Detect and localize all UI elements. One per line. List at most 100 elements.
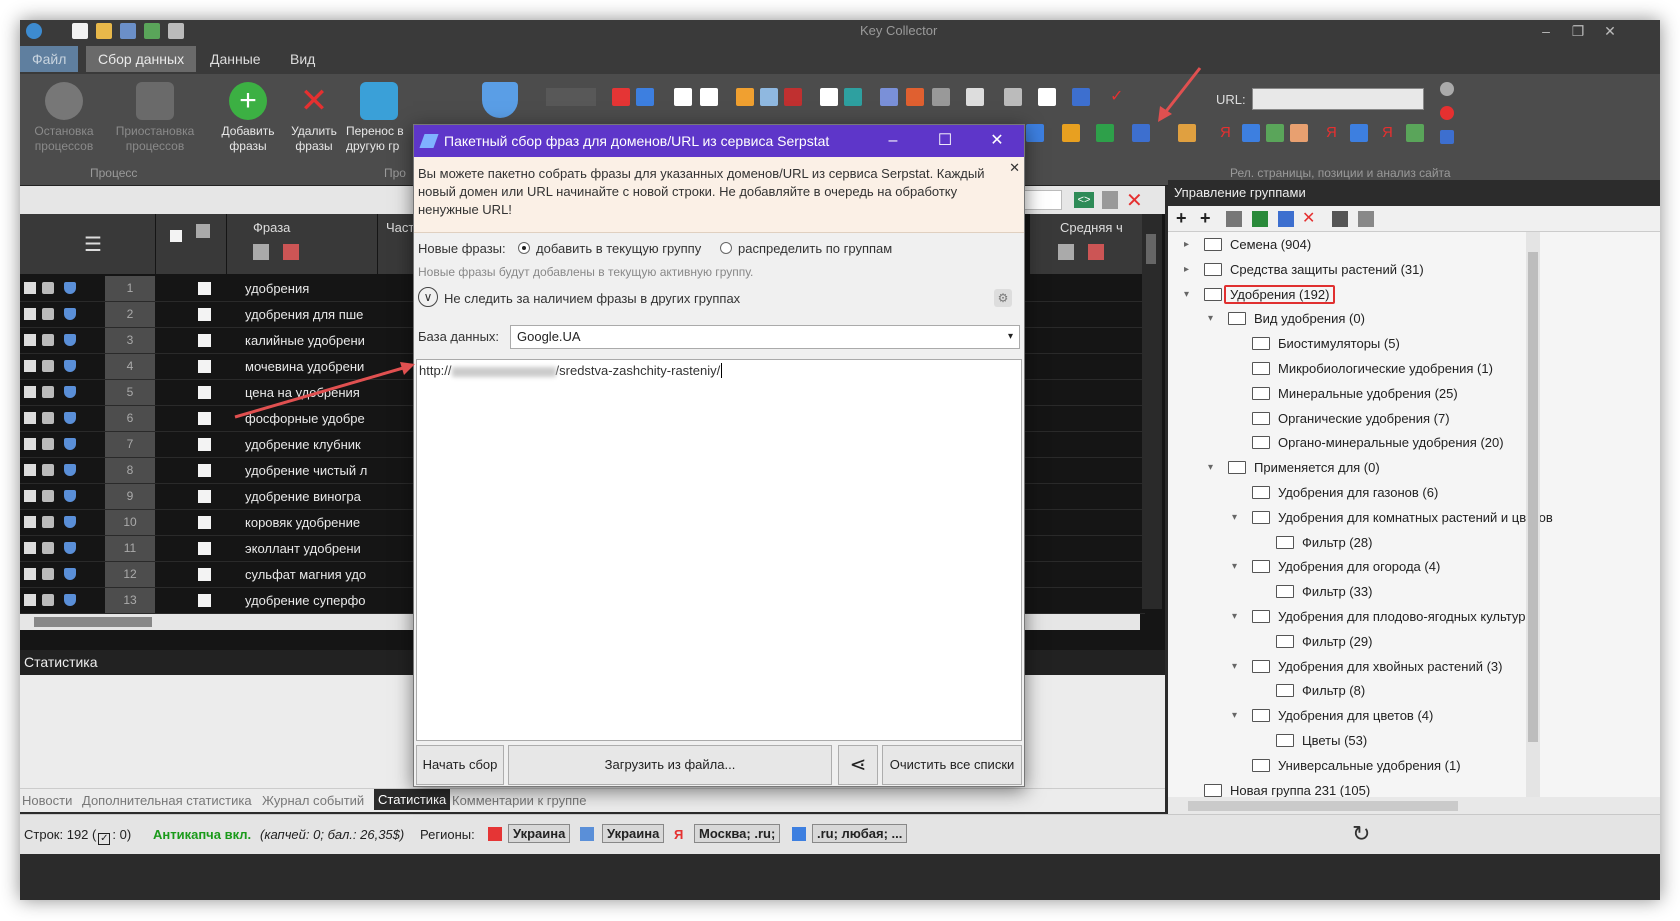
region-google[interactable]: .ru; любая; ... (812, 824, 908, 843)
filter-input[interactable] (1020, 190, 1062, 210)
avg-filter-icon[interactable] (1058, 244, 1074, 260)
expand-icon[interactable] (24, 568, 36, 580)
group-tree-item[interactable]: Удобрения для газонов (6) (1252, 482, 1438, 504)
tab-file[interactable]: Файл (20, 46, 78, 72)
trend-icon[interactable] (906, 88, 924, 106)
tab-event-log[interactable]: Журнал событий (262, 793, 364, 808)
serpstat-icon[interactable] (1132, 124, 1150, 142)
yandex-red-icon[interactable]: Я (1382, 124, 1400, 142)
lock-icon[interactable] (42, 438, 54, 450)
groups-hscroll[interactable] (1168, 797, 1660, 814)
dots-icon[interactable] (736, 88, 754, 106)
row-checkbox[interactable] (198, 308, 211, 321)
chart-icon[interactable] (612, 88, 630, 106)
expand-icon[interactable] (24, 464, 36, 476)
row-checkbox[interactable] (198, 282, 211, 295)
select-all-checkbox[interactable] (170, 230, 182, 242)
r-icon[interactable] (700, 88, 718, 106)
lock-icon[interactable] (42, 308, 54, 320)
shield-row-icon[interactable] (64, 568, 76, 580)
move-to-group-button[interactable]: Перенос в другую гр (346, 80, 412, 154)
record-icon[interactable] (1440, 106, 1454, 120)
code-nav-icon[interactable]: <> (1074, 192, 1094, 208)
group-tree-item[interactable]: Микробиологические удобрения (1) (1252, 358, 1493, 380)
expand-icon[interactable] (24, 490, 36, 502)
group-tree-item[interactable]: Удобрения для хвойных растений (3) (1252, 656, 1502, 678)
yandex-icon[interactable]: Я (1220, 124, 1238, 142)
expand-icon[interactable] (24, 542, 36, 554)
load-from-file-button[interactable]: Загрузить из файла... (508, 745, 832, 785)
region-yandex[interactable]: Москва; .ru; (694, 824, 781, 843)
group-tree-item[interactable]: Применяется для (0) (1228, 457, 1380, 479)
lock-icon[interactable] (42, 594, 54, 606)
check-icon[interactable]: ✓ (1110, 88, 1128, 106)
group-tree-item[interactable]: Удобрения для плодово-ягодных культур (1 (1252, 606, 1541, 628)
yandex-alt-icon[interactable]: Я (1326, 124, 1344, 142)
chart-blue-icon[interactable] (636, 88, 654, 106)
group-tree-item[interactable]: Органо-минеральные удобрения (20) (1252, 432, 1504, 454)
open-folder-icon[interactable] (96, 23, 112, 39)
url-list-textarea[interactable]: http:// /sredstva-zashchity-rasteniy/ (416, 359, 1022, 741)
expand-icon[interactable] (24, 594, 36, 606)
expand-icon[interactable] (24, 438, 36, 450)
clear-all-lists-button[interactable]: Очистить все списки (882, 745, 1022, 785)
group-tree-item[interactable]: Удобрения для комнатных растений и цвето… (1252, 507, 1553, 529)
m-icon[interactable] (784, 88, 802, 106)
row-checkbox[interactable] (198, 568, 211, 581)
shield-row-icon[interactable] (64, 516, 76, 528)
filter-icon[interactable] (1102, 191, 1118, 209)
delete-phrases-button[interactable]: ✕ Удалить фразы (278, 80, 350, 154)
shield-row-icon[interactable] (64, 360, 76, 372)
radio-distribute-dot[interactable] (720, 242, 732, 254)
group-tree-item[interactable]: Удобрения для огорода (4) (1252, 556, 1440, 578)
new-file-icon[interactable] (72, 23, 88, 39)
shield-row-icon[interactable] (64, 308, 76, 320)
tab-group-comments[interactable]: Комментарии к группе (452, 793, 586, 808)
group-tree-item[interactable]: Фильтр (29) (1276, 631, 1372, 653)
b-icon[interactable] (1072, 88, 1090, 106)
group-tree-item[interactable]: Удобрения для цветов (4) (1252, 705, 1433, 727)
save-icon[interactable] (120, 23, 136, 39)
collapse-icon[interactable]: ▾ (1232, 556, 1237, 578)
shield-row-icon[interactable] (64, 464, 76, 476)
group-fertilizers-selected[interactable]: Удобрения (192) (1204, 284, 1336, 306)
add-group-icon[interactable]: + (1176, 208, 1187, 229)
expand-icon[interactable] (24, 386, 36, 398)
group-tree-item[interactable]: Вид удобрения (0) (1228, 308, 1365, 330)
settings-icon[interactable] (168, 23, 184, 39)
globe-icon[interactable] (844, 88, 862, 106)
info-close-icon[interactable]: ✕ (1009, 159, 1020, 177)
add-phrases-button[interactable]: + Добавить фразы (212, 80, 284, 154)
tab-statistics[interactable]: Статистика (374, 789, 451, 810)
wave-icon[interactable] (1026, 124, 1044, 142)
grid-vscroll[interactable] (1142, 214, 1162, 609)
region-wordstat[interactable]: Украина (508, 824, 571, 843)
export-icon[interactable] (144, 23, 160, 39)
tab-data[interactable]: Данные (198, 46, 273, 72)
monitor-icon[interactable] (1004, 88, 1022, 106)
shield-row-icon[interactable] (64, 412, 76, 424)
tab-news[interactable]: Новости (22, 793, 72, 808)
sheet-alt-icon[interactable] (1406, 124, 1424, 142)
restore-button[interactable]: ❐ (1564, 20, 1592, 42)
dialog-minimize-button[interactable]: – (870, 125, 916, 157)
shield-row-icon[interactable] (64, 438, 76, 450)
rename-group-icon[interactable] (1332, 211, 1348, 227)
lock-icon[interactable] (42, 386, 54, 398)
group-tree-item[interactable]: Фильтр (33) (1276, 581, 1372, 603)
radio-add-current-dot[interactable] (518, 242, 530, 254)
eraser-icon[interactable] (1290, 124, 1308, 142)
chevron-down-icon[interactable]: ∨ (418, 287, 438, 307)
collapse-icon[interactable]: ▾ (1232, 705, 1237, 727)
group-tree-item[interactable]: Средства защиты растений (31) (1204, 259, 1424, 281)
sun-icon[interactable] (1062, 124, 1080, 142)
expand-icon[interactable] (24, 412, 36, 424)
expand-arrow-icon[interactable]: ▸ (1184, 259, 1189, 281)
clear-filter-icon[interactable]: ✕ (1126, 188, 1143, 213)
share-icon[interactable]: ⋖ (838, 745, 878, 785)
radio-distribute[interactable]: распределить по группам (720, 241, 892, 256)
tab-data-collection[interactable]: Сбор данных (86, 46, 197, 72)
url-input[interactable] (1252, 88, 1424, 110)
groups-vscroll-thumb[interactable] (1528, 252, 1538, 742)
info-icon[interactable] (1440, 82, 1454, 96)
